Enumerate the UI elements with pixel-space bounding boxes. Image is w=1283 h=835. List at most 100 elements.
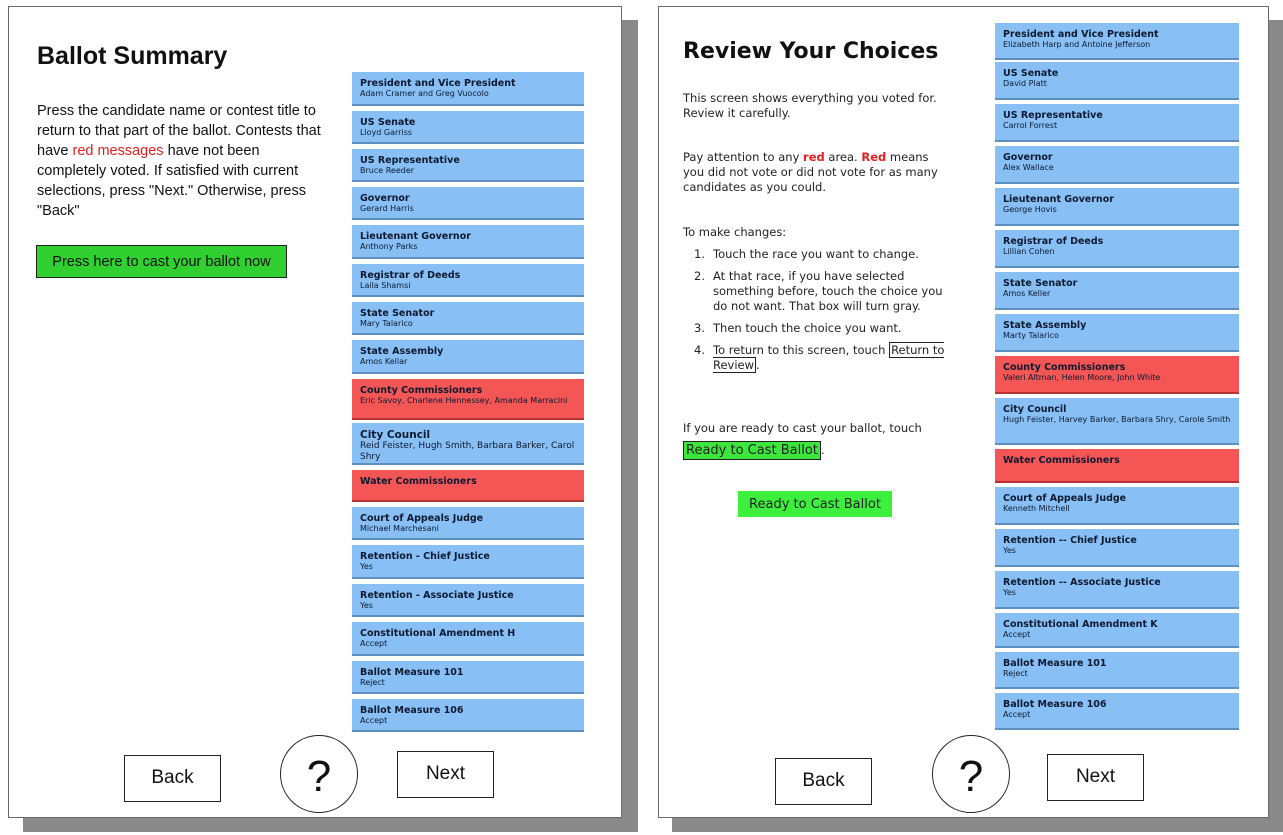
contest-item[interactable]: Ballot Measure 101 Reject <box>995 652 1239 689</box>
red-messages-text: red messages <box>72 143 164 159</box>
review-choices-screen: Review Your Choices This screen shows ev… <box>658 6 1269 818</box>
contest-choice: Accept <box>1003 630 1031 639</box>
contest-item[interactable]: City Council Reid Feister, Hugh Smith, Ba… <box>352 423 584 465</box>
contest-choice: Yes <box>360 601 373 610</box>
contest-item[interactable]: Retention -- Associate Justice Yes <box>995 571 1239 609</box>
contest-title: Court of Appeals Judge <box>360 513 484 524</box>
contest-item[interactable]: Water Commissioners <box>995 449 1239 483</box>
contest-title: Retention - Chief Justice <box>360 551 490 562</box>
contest-title: Retention - Associate Justice <box>360 590 514 601</box>
contest-choice: Amos Kellar <box>360 357 408 366</box>
contest-item[interactable]: Ballot Measure 106 Accept <box>352 699 584 732</box>
contest-item[interactable]: City Council Hugh Feister, Harvey Barker,… <box>995 398 1239 445</box>
instructions-text: Press the candidate name or contest titl… <box>37 103 321 219</box>
contest-title: Ballot Measure 101 <box>1003 658 1107 669</box>
contest-item[interactable]: Retention - Associate Justice Yes <box>352 584 584 617</box>
contest-choice: Accept <box>360 639 388 648</box>
list-item: 3. Then touch the choice you want. <box>694 321 902 335</box>
contest-choice: Valeri Altman, Helen Moore, John White <box>1003 373 1161 382</box>
contest-item[interactable]: US Representative Bruce Reeder <box>352 149 584 182</box>
contest-title: State Senator <box>1003 278 1078 289</box>
contest-choice: Mary Talarico <box>360 319 413 328</box>
contest-item[interactable]: US Senate David Platt <box>995 62 1239 100</box>
contest-item[interactable]: Lieutenant Governor Anthony Parks <box>352 225 584 259</box>
contest-title: US Senate <box>360 117 416 128</box>
contest-item[interactable]: Lieutenant Governor George Hovis <box>995 188 1239 226</box>
contest-item[interactable]: State Senator Mary Talarico <box>352 302 584 335</box>
contest-title: Court of Appeals Judge <box>1003 493 1127 504</box>
contest-item[interactable]: Constitutional Amendment H Accept <box>352 622 584 656</box>
page-title: Review Your Choices <box>683 39 939 64</box>
back-button[interactable]: Back <box>775 758 872 805</box>
contest-title: State Senator <box>360 308 435 319</box>
contest-item[interactable]: Constitutional Amendment K Accept <box>995 613 1239 648</box>
help-button[interactable]: ? <box>280 735 358 813</box>
contest-title: County Commissioners <box>360 385 483 396</box>
contest-choice: Lloyd Garriss <box>360 128 413 137</box>
contest-choice: Yes <box>1003 546 1016 555</box>
contest-choice: Elizabeth Harp and Antoine Jefferson <box>1003 40 1151 49</box>
contest-title: US Representative <box>1003 110 1103 121</box>
contest-title: Retention -- Chief Justice <box>1003 535 1137 546</box>
contest-item[interactable]: President and Vice President Adam Cramer … <box>352 72 584 106</box>
next-button[interactable]: Next <box>1047 754 1144 801</box>
contest-title: Ballot Measure 101 <box>360 667 464 678</box>
ready-to-cast-button[interactable]: Ready to Cast Ballot <box>738 491 892 517</box>
contest-title: President and Vice President <box>1003 29 1159 40</box>
contest-item[interactable]: Governor Gerard Harris <box>352 187 584 220</box>
contest-title: Retention -- Associate Justice <box>1003 577 1161 588</box>
next-button[interactable]: Next <box>397 751 494 798</box>
contest-title: US Representative <box>360 155 460 166</box>
contest-title: State Assembly <box>360 346 444 357</box>
contest-choice: Hugh Feister, Harvey Barker, Barbara Shr… <box>1003 415 1231 424</box>
contest-item[interactable]: County Commissioners Eric Savoy, Charlene… <box>352 379 584 420</box>
contest-item[interactable]: State Senator Amos Keller <box>995 272 1239 310</box>
contest-choice: George Hovis <box>1003 205 1057 214</box>
contest-title: Lieutenant Governor <box>360 231 471 242</box>
contest-choice: Michael Marchesani <box>360 524 439 533</box>
ready-inline-row: Ready to Cast Ballot. <box>683 441 825 460</box>
attention-text: Pay attention to any red area. Red means… <box>683 150 938 194</box>
back-button[interactable]: Back <box>124 755 221 802</box>
contest-title: Registrar of Deeds <box>360 270 461 281</box>
contest-item[interactable]: County Commissioners Valeri Altman, Helen… <box>995 356 1239 394</box>
contest-choice: Bruce Reeder <box>360 166 415 175</box>
contest-item[interactable]: Registrar of Deeds Lillian Cohen <box>995 230 1239 268</box>
contest-title: Water Commissioners <box>360 476 477 487</box>
contest-choice: Eric Savoy, Charlene Hennessey, Amanda M… <box>360 396 568 405</box>
ready-text: If you are ready to cast your ballot, to… <box>683 421 922 435</box>
contest-item[interactable]: Ballot Measure 101 Reject <box>352 661 584 694</box>
contest-item[interactable]: President and Vice President Elizabeth Ha… <box>995 23 1239 60</box>
contest-choice: David Platt <box>1003 79 1047 88</box>
help-button[interactable]: ? <box>932 735 1010 813</box>
contest-choice: Adam Cramer and Greg Vuocolo <box>360 89 489 98</box>
contest-title: President and Vice President <box>360 78 516 89</box>
contest-choice: Carrol Forrest <box>1003 121 1058 130</box>
contest-choice: Gerard Harris <box>360 204 414 213</box>
contest-item[interactable]: State Assembly Marty Talarico <box>995 314 1239 352</box>
contest-title: City Council <box>1003 404 1067 415</box>
contest-item[interactable]: Court of Appeals Judge Michael Marchesani <box>352 507 584 540</box>
contest-title: Water Commissioners <box>1003 455 1120 466</box>
contest-title: Governor <box>360 193 410 204</box>
contest-item[interactable]: Ballot Measure 106 Accept <box>995 693 1239 730</box>
contest-choice: Marty Talarico <box>1003 331 1059 340</box>
contest-item[interactable]: Retention -- Chief Justice Yes <box>995 529 1239 567</box>
contest-item[interactable]: Governor Alex Wallace <box>995 146 1239 184</box>
cast-ballot-button[interactable]: Press here to cast your ballot now <box>36 245 287 278</box>
contest-title: Constitutional Amendment H <box>360 628 516 639</box>
contest-choice: Accept <box>360 716 388 725</box>
contest-item[interactable]: US Representative Carrol Forrest <box>995 104 1239 142</box>
contest-title: Constitutional Amendment K <box>1003 619 1158 630</box>
contest-choice: Amos Keller <box>1003 289 1051 298</box>
contest-item[interactable]: Registrar of Deeds Laila Shamsi <box>352 264 584 297</box>
contest-item[interactable]: State Assembly Amos Kellar <box>352 340 584 374</box>
contest-item[interactable]: US Senate Lloyd Garriss <box>352 111 584 144</box>
contest-item[interactable]: Retention - Chief Justice Yes <box>352 545 584 579</box>
contest-choice: Yes <box>360 562 373 571</box>
contest-item[interactable]: Water Commissioners <box>352 470 584 502</box>
ballot-summary-screen: Ballot Summary Press the candidate name … <box>8 6 622 818</box>
intro-text: This screen shows everything you voted f… <box>683 91 937 120</box>
contest-item[interactable]: Court of Appeals Judge Kenneth Mitchell <box>995 487 1239 525</box>
contest-title: Lieutenant Governor <box>1003 194 1114 205</box>
